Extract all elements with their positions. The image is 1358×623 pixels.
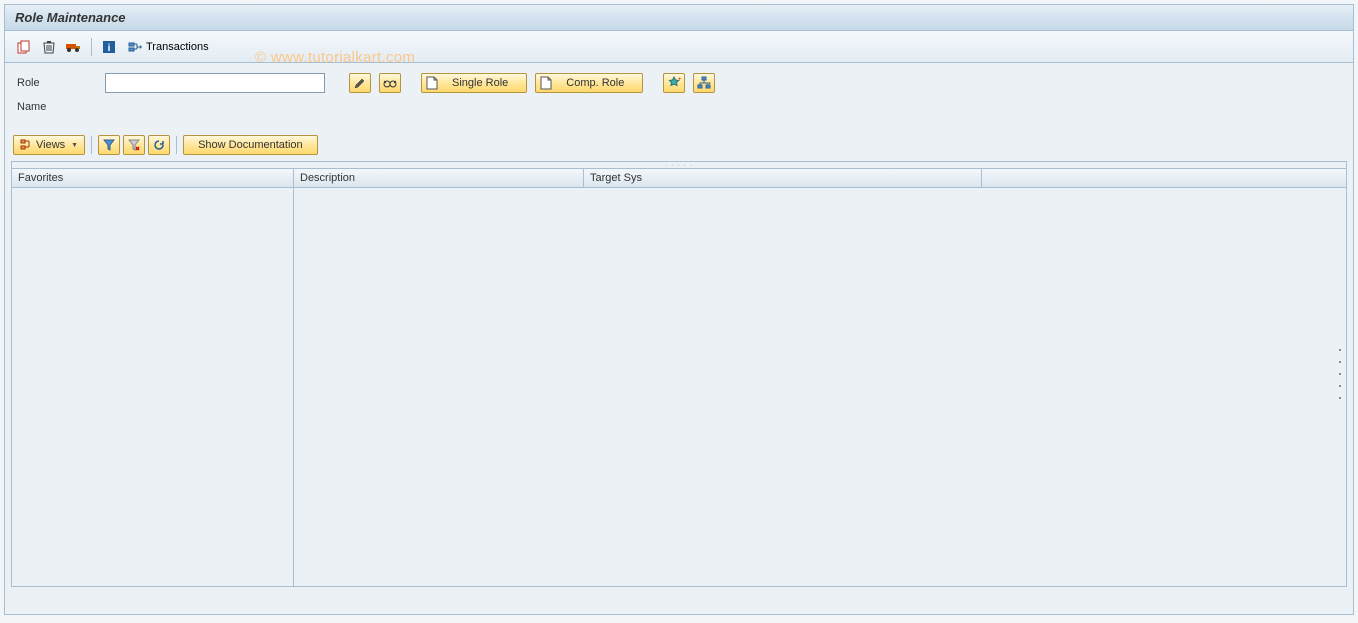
role-label: Role <box>17 77 97 89</box>
column-target-sys[interactable]: Target Sys <box>584 169 982 187</box>
table-header: Favorites Description Target Sys <box>12 168 1346 188</box>
refresh-button[interactable] <box>148 135 170 155</box>
favorites-column-body <box>12 188 294 586</box>
tree-collapse-icon <box>20 139 32 151</box>
role-row: Role Single Role Comp. Role + <box>17 73 1341 93</box>
filter-button[interactable] <box>98 135 120 155</box>
favorite-add-button[interactable]: + <box>663 73 685 93</box>
svg-text:+: + <box>678 77 681 83</box>
main-window: Role Maintenance i Transactions © www.tu… <box>4 4 1354 615</box>
toolbar-separator <box>176 136 177 154</box>
table-body <box>12 188 1346 586</box>
copy-icon[interactable] <box>13 36 35 58</box>
filter-remove-icon <box>128 139 140 151</box>
form-area: Role Single Role Comp. Role + <box>5 63 1353 119</box>
refresh-icon <box>153 139 165 151</box>
vertical-splitter[interactable] <box>1338 349 1342 399</box>
filter-icon <box>103 139 115 151</box>
name-row: Name <box>17 101 1341 113</box>
views-label: Views <box>36 139 65 151</box>
glasses-icon <box>383 77 397 89</box>
delete-icon[interactable] <box>38 36 60 58</box>
display-button[interactable] <box>379 73 401 93</box>
tree-icon <box>697 76 711 90</box>
lower-toolbar: Views ▼ Show Documentation <box>5 131 1353 158</box>
edit-button[interactable] <box>349 73 371 93</box>
document-icon <box>540 76 552 90</box>
role-input[interactable] <box>105 73 325 93</box>
single-role-button[interactable]: Single Role <box>421 73 527 93</box>
star-plus-icon: + <box>667 76 681 90</box>
info-icon[interactable]: i <box>98 36 120 58</box>
single-role-label: Single Role <box>442 77 522 89</box>
comp-role-button[interactable]: Comp. Role <box>535 73 643 93</box>
column-description[interactable]: Description <box>294 169 584 187</box>
transport-icon[interactable] <box>63 36 85 58</box>
document-icon <box>426 76 438 90</box>
name-label: Name <box>17 101 97 113</box>
svg-text:i: i <box>108 43 111 54</box>
views-button[interactable]: Views ▼ <box>13 135 85 155</box>
comp-role-label: Comp. Role <box>556 77 638 89</box>
toolbar-separator <box>91 136 92 154</box>
transactions-label: Transactions <box>146 41 209 53</box>
toolbar-separator <box>91 38 92 56</box>
table-body-rest <box>294 188 1346 586</box>
main-toolbar: i Transactions <box>5 31 1353 63</box>
transactions-button[interactable]: Transactions <box>123 36 214 58</box>
hierarchy-button[interactable] <box>693 73 715 93</box>
show-doc-label: Show Documentation <box>198 139 303 151</box>
page-title: Role Maintenance <box>5 5 1353 31</box>
favorites-table: · · · · · Favorites Description Target S… <box>11 161 1347 587</box>
filter-delete-button[interactable] <box>123 135 145 155</box>
pencil-icon <box>354 77 366 89</box>
column-favorites[interactable]: Favorites <box>12 169 294 187</box>
column-blank[interactable] <box>982 169 1346 187</box>
show-documentation-button[interactable]: Show Documentation <box>183 135 318 155</box>
chevron-down-icon: ▼ <box>71 142 78 149</box>
